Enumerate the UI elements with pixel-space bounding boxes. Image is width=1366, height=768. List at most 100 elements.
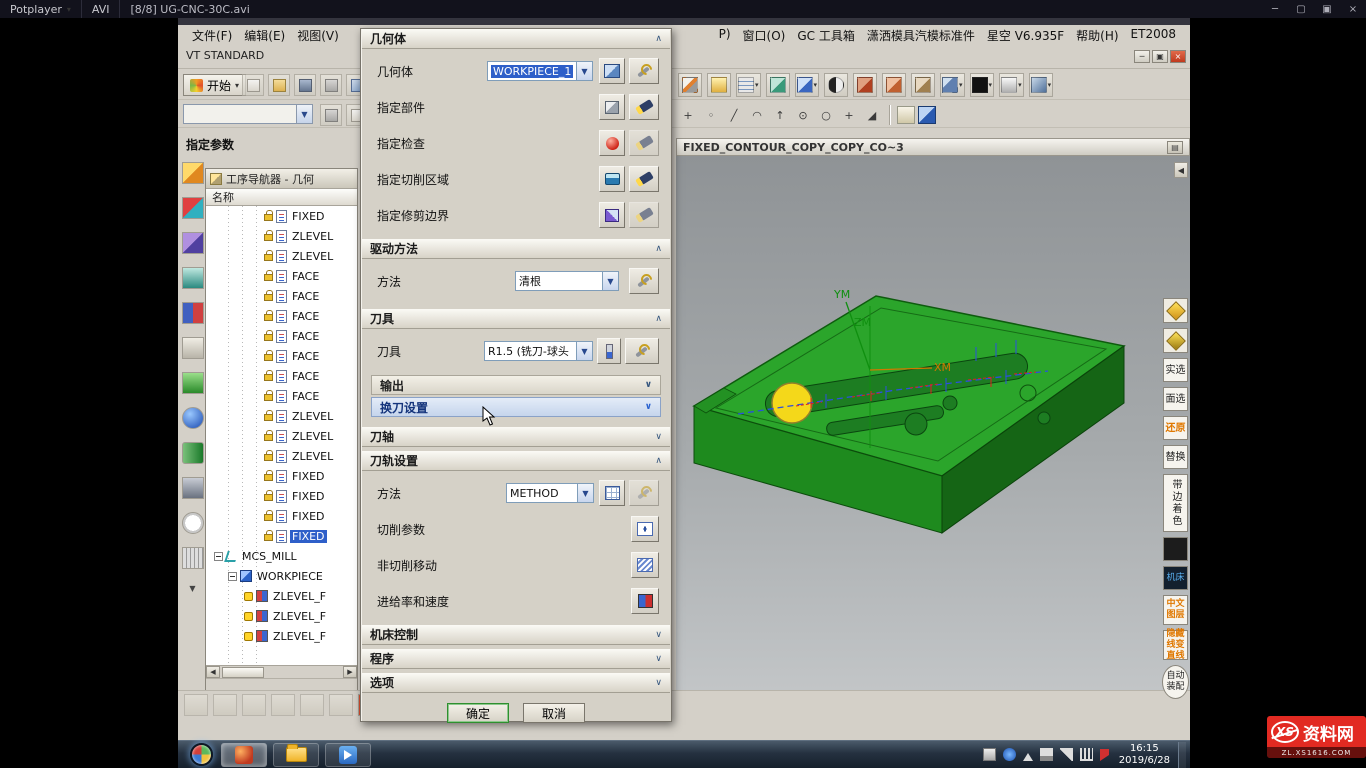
- expand-icon[interactable]: ∨: [655, 630, 662, 640]
- player-titlebar[interactable]: Potplayer ▾ AVI [8/8] UG-CNC-30C.avi ─▢▣…: [0, 0, 1366, 18]
- gc-diamond-icon-2[interactable]: [1163, 328, 1188, 353]
- collapse-icon[interactable]: ∧: [655, 314, 662, 324]
- section-options-header[interactable]: 选项 ∨: [362, 673, 670, 693]
- collapse-expander-icon[interactable]: [214, 552, 223, 561]
- material-block-icon[interactable]: ▾: [911, 73, 935, 97]
- section-program-header[interactable]: 程序 ∨: [362, 649, 670, 669]
- navigator-item[interactable]: ZLEVEL: [206, 426, 357, 446]
- show-hide-icon[interactable]: ▾: [707, 73, 731, 97]
- chevron-down-icon[interactable]: ▼: [296, 105, 312, 123]
- network-icon[interactable]: [1080, 748, 1093, 761]
- open-file-icon[interactable]: [268, 74, 290, 96]
- constraint-navigator-tab[interactable]: [182, 197, 204, 219]
- notes-tab[interactable]: [182, 337, 204, 359]
- snap-intersection-icon[interactable]: +: [839, 105, 859, 125]
- taskbar-nx-button[interactable]: [221, 743, 267, 767]
- section-block-icon[interactable]: ▾: [853, 73, 877, 97]
- machine-display-button[interactable]: 机床: [1163, 566, 1188, 590]
- expand-icon[interactable]: ∨: [655, 654, 662, 664]
- orient-view-icon[interactable]: ▾: [795, 73, 820, 97]
- view-cube-icon[interactable]: ▾: [940, 73, 965, 97]
- snap-circle-icon[interactable]: ○: [816, 105, 836, 125]
- specify-part-button[interactable]: [599, 94, 625, 120]
- close-icon[interactable]: ×: [1170, 50, 1186, 63]
- dark-background-icon[interactable]: [1163, 537, 1188, 561]
- window-control-button[interactable]: ▢: [1288, 0, 1314, 18]
- navigator-item[interactable]: FIXED: [206, 506, 357, 526]
- chevron-down-icon[interactable]: ▼: [577, 61, 593, 81]
- window-style-icon[interactable]: ▾: [999, 73, 1024, 97]
- menu-item[interactable]: 窗口(O): [737, 26, 792, 45]
- ok-button[interactable]: 确定: [447, 703, 509, 723]
- start-menu-button[interactable]: 开始 ▾: [183, 74, 246, 96]
- face-select-button[interactable]: 面选: [1163, 387, 1188, 411]
- player-menu-button[interactable]: Potplayer ▾: [0, 0, 82, 18]
- background-color-icon[interactable]: ▾: [970, 73, 995, 97]
- section-machine-header[interactable]: 机床控制 ∨: [362, 625, 670, 645]
- save-icon[interactable]: [294, 74, 316, 96]
- display-check-button[interactable]: [629, 130, 659, 156]
- collapse-expander-icon[interactable]: [228, 572, 237, 581]
- scroll-right-icon[interactable]: ▶: [343, 666, 357, 678]
- expand-icon[interactable]: ∨: [645, 402, 652, 412]
- menu-item[interactable]: ET2008: [1125, 26, 1182, 45]
- chevron-down-icon[interactable]: ▼: [578, 483, 594, 503]
- navigator-item[interactable]: FACE: [206, 386, 357, 406]
- section-path-header[interactable]: 刀轨设置 ∧: [362, 451, 670, 471]
- navigator-item[interactable]: FACE: [206, 346, 357, 366]
- transform-icon[interactable]: [329, 694, 353, 716]
- output-banner[interactable]: 输出 ∨: [371, 375, 661, 395]
- mirror-icon[interactable]: [242, 694, 266, 716]
- expand-icon[interactable]: ∨: [645, 380, 652, 390]
- volume-icon[interactable]: [1060, 748, 1073, 761]
- section-geometry-header[interactable]: 几何体 ∧: [362, 29, 670, 49]
- window-menu-icon[interactable]: ▤: [1167, 141, 1183, 154]
- cutting-params-button[interactable]: [631, 516, 659, 542]
- graphics-viewport[interactable]: YM ZM XM: [676, 156, 1190, 690]
- navigator-item-operation[interactable]: ZLEVEL_F: [206, 606, 357, 626]
- video-frame[interactable]: 文件(F)编辑(E)视图(V) P)窗口(O)GC 工具箱潇洒模具汽模标准件星空…: [178, 18, 1190, 768]
- navigator-item[interactable]: ZLEVEL: [206, 446, 357, 466]
- edit-drive-method-button[interactable]: [629, 268, 659, 294]
- scroll-left-icon[interactable]: ◀: [206, 666, 220, 678]
- menu-item[interactable]: 视图(V): [291, 26, 345, 45]
- edit-display-icon[interactable]: ▾: [678, 73, 702, 97]
- menu-item[interactable]: GC 工具箱: [791, 26, 861, 45]
- navigator-item[interactable]: FACE: [206, 266, 357, 286]
- web-browser-tab[interactable]: [182, 407, 204, 429]
- snap-center-icon[interactable]: ⊙: [793, 105, 813, 125]
- menu-item[interactable]: 潇洒模具汽模标准件: [861, 26, 981, 45]
- menu-item[interactable]: 编辑(E): [238, 26, 291, 45]
- navigator-item[interactable]: ZLEVEL: [206, 246, 357, 266]
- navigator-item[interactable]: FIXED: [206, 466, 357, 486]
- new-file-icon[interactable]: [242, 74, 264, 96]
- snap-endpoint-icon[interactable]: ◦: [701, 105, 721, 125]
- navigator-item[interactable]: FACE: [206, 366, 357, 386]
- specify-trim-button[interactable]: [599, 202, 625, 228]
- more-tabs-icon[interactable]: ▼: [189, 584, 195, 593]
- menu-item[interactable]: 星空 V6.935F: [981, 26, 1070, 45]
- section-axis-header[interactable]: 刀轴 ∨: [362, 427, 670, 447]
- chevron-down-icon[interactable]: ▼: [577, 341, 593, 361]
- solid-select-button[interactable]: 实选: [1163, 358, 1188, 382]
- taskbar-clock[interactable]: 16:15 2019/6/28: [1119, 743, 1170, 767]
- history-tab[interactable]: [182, 512, 204, 534]
- display-cut-area-button[interactable]: [629, 166, 659, 192]
- more-display-icon[interactable]: ▾: [1029, 73, 1054, 97]
- part-navigator-tab[interactable]: [182, 232, 204, 254]
- palette-tab[interactable]: [182, 477, 204, 499]
- ime-flag-icon[interactable]: [1100, 749, 1109, 761]
- solid-body-icon[interactable]: [918, 106, 936, 124]
- offset-icon[interactable]: [271, 694, 295, 716]
- snap-point-icon[interactable]: +: [678, 105, 698, 125]
- tool-change-banner[interactable]: 换刀设置 ∨: [371, 397, 661, 417]
- cloud-app-icon[interactable]: [1003, 748, 1016, 761]
- taskbar-explorer-button[interactable]: [273, 743, 319, 767]
- edit-tool-button[interactable]: [625, 338, 659, 364]
- navigator-item[interactable]: FIXED: [206, 526, 357, 546]
- navigator-item[interactable]: ZLEVEL: [206, 226, 357, 246]
- navigator-item-mcs[interactable]: MCS_MILL: [206, 546, 357, 566]
- cancel-button[interactable]: 取消: [523, 703, 585, 723]
- window-control-button[interactable]: ─: [1262, 0, 1288, 18]
- method-settings-button[interactable]: [599, 480, 625, 506]
